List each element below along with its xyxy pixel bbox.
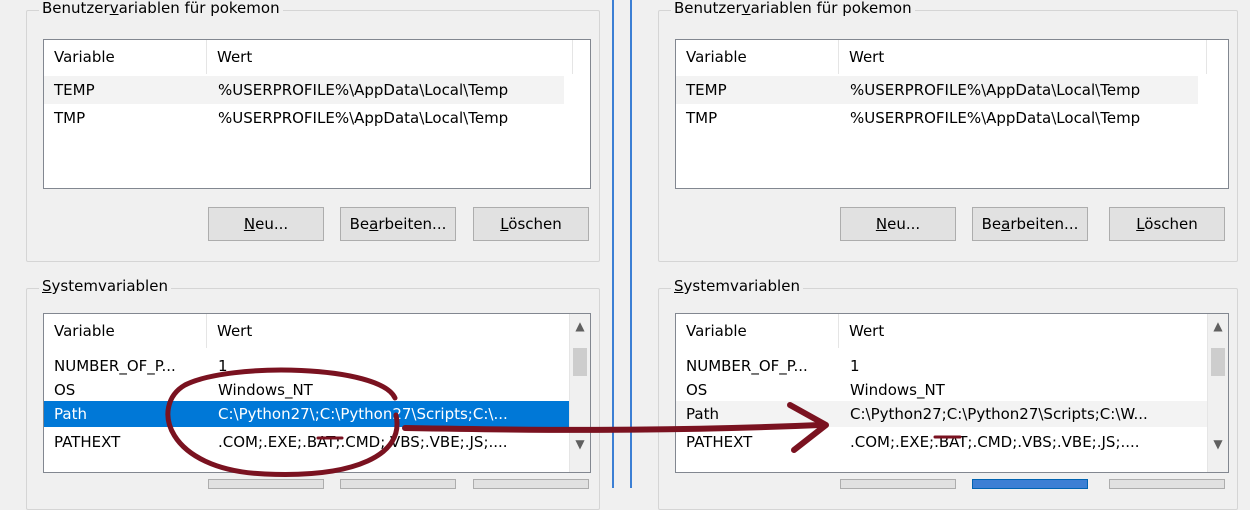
variable-name: Path bbox=[54, 405, 87, 423]
system-variables-group-title: Systemvariablen bbox=[39, 277, 171, 295]
chevron-up-icon[interactable]: ▲ bbox=[1208, 316, 1228, 336]
user-variables-group-title: Benutzervariablen für pokemon bbox=[39, 0, 283, 17]
column-header-variable[interactable]: Variable bbox=[44, 314, 207, 348]
list-header: Variable Wert bbox=[676, 314, 1210, 348]
system-variables-group-title: Systemvariablen bbox=[671, 277, 803, 295]
column-header-value[interactable]: Wert bbox=[839, 40, 1207, 74]
variable-name: PATHEXT bbox=[686, 433, 753, 451]
column-header-variable[interactable]: Variable bbox=[44, 40, 207, 74]
new-button[interactable]: Neu... bbox=[840, 207, 956, 241]
variable-value: .COM;.EXE;.BAT;.CMD;.VBS;.VBE;.JS;.... bbox=[850, 433, 1140, 451]
variable-name: Path bbox=[686, 405, 719, 423]
window-divider bbox=[612, 0, 614, 488]
list-item[interactable]: TMP %USERPROFILE%\AppData\Local\Temp bbox=[676, 104, 1198, 132]
vertical-scrollbar[interactable]: ▲ ▼ bbox=[1207, 314, 1228, 472]
edit-button[interactable]: Bearbeiten... bbox=[972, 207, 1088, 241]
variable-value: %USERPROFILE%\AppData\Local\Temp bbox=[218, 109, 509, 127]
user-variables-group: Benutzervariablen für pokemon Variable W… bbox=[26, 0, 600, 262]
list-item[interactable]: TMP %USERPROFILE%\AppData\Local\Temp bbox=[44, 104, 564, 132]
user-variables-list[interactable]: Variable Wert TEMP %USERPROFILE%\AppData… bbox=[675, 39, 1229, 189]
list-item[interactable]: PATHEXT .COM;.EXE;.BAT;.CMD;.VBS;.VBE;.J… bbox=[676, 428, 1208, 456]
window-divider bbox=[630, 0, 632, 488]
scrollbar-thumb[interactable] bbox=[573, 348, 587, 376]
variable-value: %USERPROFILE%\AppData\Local\Temp bbox=[850, 81, 1141, 99]
user-variables-group: Benutzervariablen für pokemon Variable W… bbox=[658, 0, 1238, 262]
variable-name: PATHEXT bbox=[54, 433, 121, 451]
column-header-value[interactable]: Wert bbox=[207, 314, 574, 348]
system-variables-group: Systemvariablen Variable Wert NUMBER_OF_… bbox=[26, 277, 600, 510]
variable-name: TMP bbox=[686, 109, 718, 127]
system-variables-list[interactable]: Variable Wert NUMBER_OF_P... 1 OS Window… bbox=[43, 313, 591, 473]
variable-name: TEMP bbox=[686, 81, 727, 99]
variable-value: %USERPROFILE%\AppData\Local\Temp bbox=[850, 109, 1141, 127]
scrollbar-thumb[interactable] bbox=[1211, 348, 1225, 376]
user-variables-group-title: Benutzervariablen für pokemon bbox=[671, 0, 915, 17]
variable-name: TEMP bbox=[54, 81, 95, 99]
list-item[interactable]: OS Windows_NT bbox=[44, 376, 570, 404]
variable-value: Windows_NT bbox=[218, 381, 313, 399]
right-dialog-pane: Benutzervariablen für pokemon Variable W… bbox=[634, 0, 1250, 510]
list-item-selected[interactable]: Path C:\Python27;C:\Python27\Scripts;C:\… bbox=[676, 401, 1208, 427]
system-variables-group: Systemvariablen Variable Wert NUMBER_OF_… bbox=[658, 277, 1238, 510]
left-dialog-pane: Benutzervariablen für pokemon Variable W… bbox=[0, 0, 612, 510]
system-variables-list[interactable]: Variable Wert NUMBER_OF_P... 1 OS Window… bbox=[675, 313, 1229, 473]
variable-value: .COM;.EXE;.BAT;.CMD;.VBS;.VBE;.JS;.... bbox=[218, 433, 508, 451]
list-item[interactable]: OS Windows_NT bbox=[676, 376, 1208, 404]
variable-value: Windows_NT bbox=[850, 381, 945, 399]
variable-value: C:\Python27\;C:\Python27\Scripts;C:\... bbox=[218, 405, 508, 423]
variable-name: TMP bbox=[54, 109, 86, 127]
chevron-down-icon[interactable]: ▼ bbox=[570, 434, 590, 454]
new-button[interactable]: Neu... bbox=[208, 207, 324, 241]
variable-value: %USERPROFILE%\AppData\Local\Temp bbox=[218, 81, 509, 99]
list-header: Variable Wert bbox=[44, 314, 574, 348]
edit-button[interactable]: Bearbeiten... bbox=[340, 207, 456, 241]
list-header: Variable Wert bbox=[44, 40, 590, 74]
variable-name: OS bbox=[686, 381, 708, 399]
column-header-value[interactable]: Wert bbox=[207, 40, 573, 74]
variable-name: OS bbox=[54, 381, 76, 399]
column-header-variable[interactable]: Variable bbox=[676, 40, 839, 74]
list-item[interactable]: TEMP %USERPROFILE%\AppData\Local\Temp bbox=[44, 76, 564, 104]
column-header-value[interactable]: Wert bbox=[839, 314, 1210, 348]
variable-value: C:\Python27;C:\Python27\Scripts;C:\W... bbox=[850, 405, 1148, 423]
list-item[interactable]: PATHEXT .COM;.EXE;.BAT;.CMD;.VBS;.VBE;.J… bbox=[44, 428, 570, 456]
chevron-down-icon[interactable]: ▼ bbox=[1208, 434, 1228, 454]
chevron-up-icon[interactable]: ▲ bbox=[570, 316, 590, 336]
column-header-variable[interactable]: Variable bbox=[676, 314, 839, 348]
list-header: Variable Wert bbox=[676, 40, 1228, 74]
user-variables-list[interactable]: Variable Wert TEMP %USERPROFILE%\AppData… bbox=[43, 39, 591, 189]
list-item-selected[interactable]: Path C:\Python27\;C:\Python27\Scripts;C:… bbox=[44, 401, 570, 427]
vertical-scrollbar[interactable]: ▲ ▼ bbox=[569, 314, 590, 472]
delete-button[interactable]: Löschen bbox=[473, 207, 589, 241]
list-item[interactable]: TEMP %USERPROFILE%\AppData\Local\Temp bbox=[676, 76, 1198, 104]
delete-button[interactable]: Löschen bbox=[1109, 207, 1225, 241]
